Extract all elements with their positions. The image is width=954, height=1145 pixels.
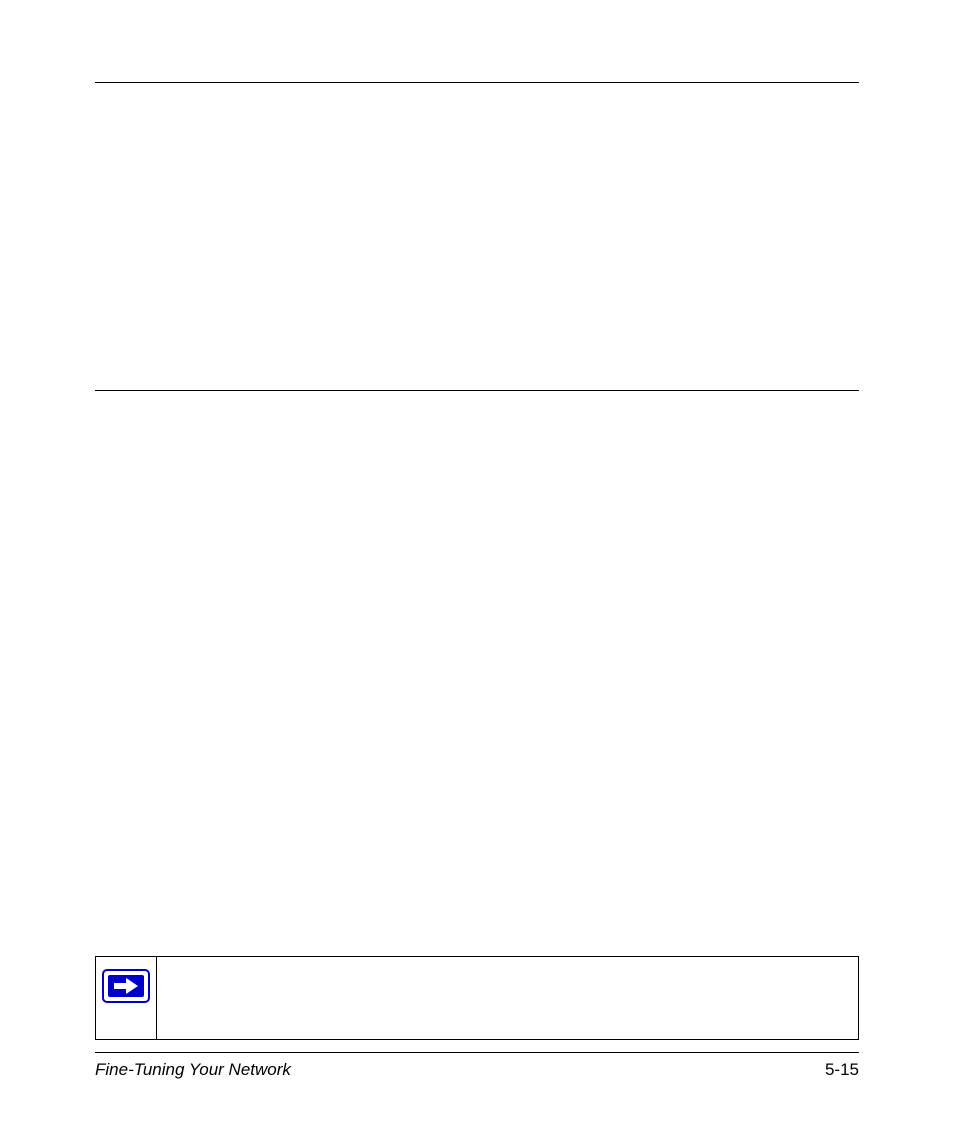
note-callout-box xyxy=(95,956,859,1040)
footer-page-number: 5-15 xyxy=(825,1060,859,1080)
note-icon-cell xyxy=(96,957,157,1039)
arrow-right-icon xyxy=(102,969,150,1003)
footer-rule xyxy=(95,1052,859,1053)
horizontal-rule-mid xyxy=(95,390,859,391)
document-page: Fine-Tuning Your Network 5-15 xyxy=(0,0,954,1145)
note-text-cell xyxy=(157,957,858,1039)
horizontal-rule-top xyxy=(95,82,859,83)
footer-section-title: Fine-Tuning Your Network xyxy=(95,1060,291,1080)
